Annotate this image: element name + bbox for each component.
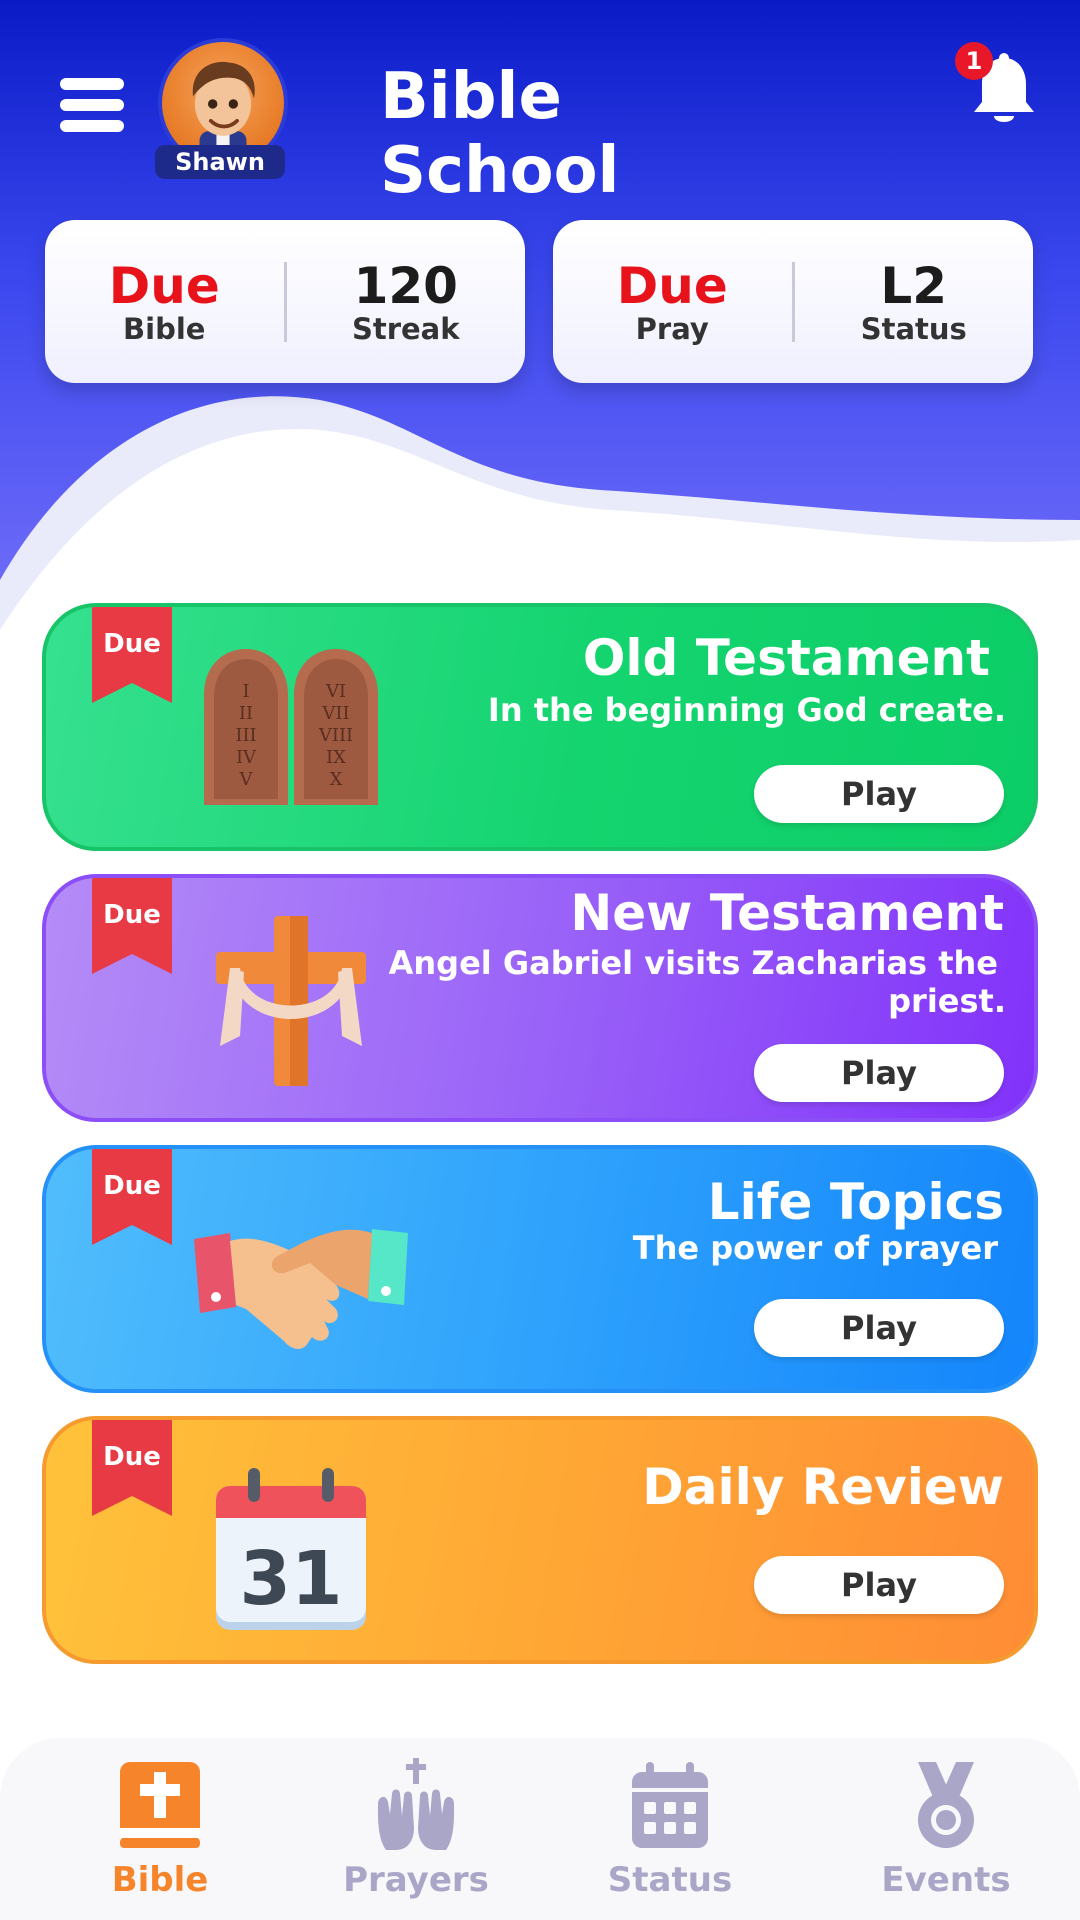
calendar-day: 31 (240, 1536, 343, 1622)
bottom-nav: Bible Prayers Status Events (0, 1738, 1080, 1920)
svg-text:IX: IX (326, 747, 346, 768)
bible-icon (120, 1762, 200, 1848)
stat-status: L2 Status (795, 259, 1034, 345)
svg-text:V: V (239, 769, 254, 790)
svg-text:VI: VI (325, 681, 346, 702)
section-title: Old Testament (582, 629, 990, 687)
due-badge: Due (103, 629, 161, 659)
nav-label: Events (881, 1860, 1011, 1900)
stat-value: 120 (353, 256, 458, 315)
svg-text:I: I (242, 681, 249, 702)
section-title: New Testament (570, 884, 1004, 942)
menu-bar (60, 78, 124, 90)
section-card-life-topics[interactable]: Due Life Topics The power of prayer Play (42, 1145, 1038, 1393)
menu-bar (60, 99, 124, 111)
nav-item-events[interactable]: Events (836, 1758, 1056, 1908)
play-button[interactable]: Play (754, 1044, 1004, 1102)
svg-text:X: X (330, 769, 343, 790)
section-card-old-testament[interactable]: Due I II III IV V VI VII VIII IX X Old T… (42, 603, 1038, 851)
nav-label: Status (607, 1860, 733, 1900)
app-title: Bible School (380, 60, 620, 208)
stat-card-pray[interactable]: Due Pray L2 Status (553, 220, 1033, 383)
section-title: Life Topics (707, 1173, 1004, 1231)
stat-value: L2 (880, 256, 948, 315)
nav-label: Prayers (343, 1860, 489, 1900)
stat-pray: Due Pray (553, 259, 792, 345)
praying-hands-icon (378, 1758, 454, 1850)
notification-badge: 1 (955, 42, 993, 80)
stat-label: Streak (351, 311, 460, 346)
svg-text:II: II (239, 703, 253, 724)
calendar-icon: 31 (216, 1468, 366, 1630)
stat-value: Due (108, 256, 220, 315)
svg-text:III: III (235, 725, 256, 746)
section-subtitle-line: priest. (888, 982, 1006, 1020)
medal-icon (918, 1762, 974, 1848)
calendar-icon (632, 1762, 708, 1848)
stat-label: Status (860, 311, 967, 346)
section-subtitle: In the beginning God create. (487, 691, 1006, 729)
svg-text:VII: VII (321, 703, 349, 724)
due-badge: Due (103, 1442, 161, 1472)
svg-text:IV: IV (236, 747, 257, 768)
section-card-daily-review[interactable]: Due 31 Daily Review Play (42, 1416, 1038, 1664)
menu-button[interactable] (60, 78, 124, 132)
section-card-new-testament[interactable]: Due New Testament Angel Gabriel visits Z… (42, 874, 1038, 1122)
play-button[interactable]: Play (754, 1556, 1004, 1614)
menu-bar (60, 120, 124, 132)
section-subtitle-line: Angel Gabriel visits Zacharias the (388, 944, 998, 982)
stone-tablets-icon: I II III IV V VI VII VIII IX X (204, 649, 378, 805)
stat-card-bible[interactable]: Due Bible 120 Streak (45, 220, 525, 383)
section-subtitle: The power of prayer (632, 1229, 998, 1267)
stat-bible: Due Bible (45, 259, 284, 345)
stat-label: Bible (123, 311, 206, 346)
section-title: Daily Review (642, 1458, 1004, 1516)
nav-item-bible[interactable]: Bible (50, 1758, 270, 1908)
stat-streak: 120 Streak (287, 259, 526, 345)
due-badge: Due (103, 1171, 161, 1201)
nav-item-prayers[interactable]: Prayers (306, 1758, 526, 1908)
svg-text:VIII: VIII (318, 725, 353, 746)
stat-label: Pray (635, 311, 709, 346)
nav-label: Bible (111, 1860, 209, 1900)
handshake-icon (194, 1229, 408, 1349)
cross-icon (216, 916, 366, 1086)
play-button[interactable]: Play (754, 1299, 1004, 1357)
avatar-name: Shawn (155, 145, 285, 179)
nav-item-status[interactable]: Status (560, 1758, 780, 1908)
due-badge: Due (103, 900, 161, 930)
stat-value: Due (616, 256, 728, 315)
play-button[interactable]: Play (754, 765, 1004, 823)
